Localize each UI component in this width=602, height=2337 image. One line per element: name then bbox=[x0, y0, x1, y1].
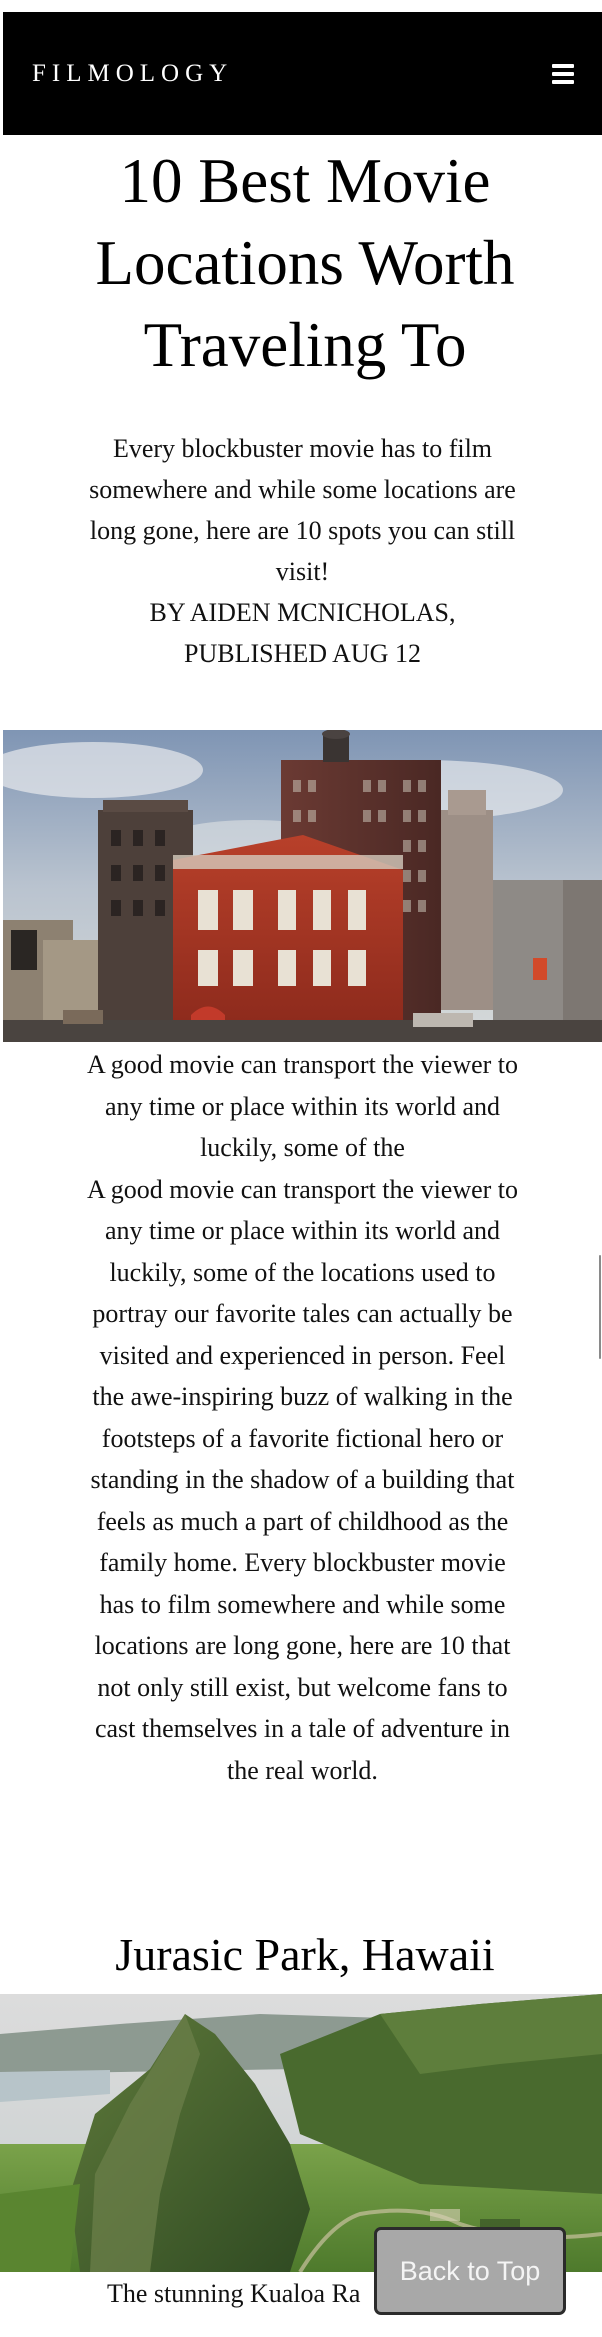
section-heading-jurassic-park: Jurasic Park, Hawaii bbox=[115, 1929, 495, 1980]
menu-line-bottom bbox=[552, 79, 574, 84]
article-body-intro: A good movie can transport the viewer to… bbox=[86, 1050, 519, 1162]
menu-line-top bbox=[552, 63, 574, 68]
hero-image-firehouse bbox=[3, 730, 602, 1042]
site-header: FILMOLOGY bbox=[3, 12, 602, 135]
article-subtitle: Every blockbuster movie has to film some… bbox=[89, 434, 516, 586]
article-byline: BY AIDEN MCNICHOLAS, PUBLISHED AUG 12 bbox=[149, 598, 456, 668]
hamburger-menu-icon[interactable] bbox=[552, 63, 574, 84]
site-logo-text[interactable]: FILMOLOGY bbox=[32, 60, 233, 88]
back-to-top-button[interactable]: Back to Top bbox=[374, 2227, 566, 2315]
article-body: A good movie can transport the viewer to… bbox=[85, 1044, 520, 1791]
scrollbar-thumb[interactable] bbox=[599, 1255, 601, 1359]
menu-line-middle bbox=[552, 71, 574, 76]
page: FILMOLOGY 10 Best Movie Locations Worth … bbox=[0, 0, 602, 2337]
article-title: 10 Best Movie Locations Worth Traveling … bbox=[95, 146, 515, 380]
article-body-full: A good movie can transport the viewer to… bbox=[86, 1174, 519, 1785]
